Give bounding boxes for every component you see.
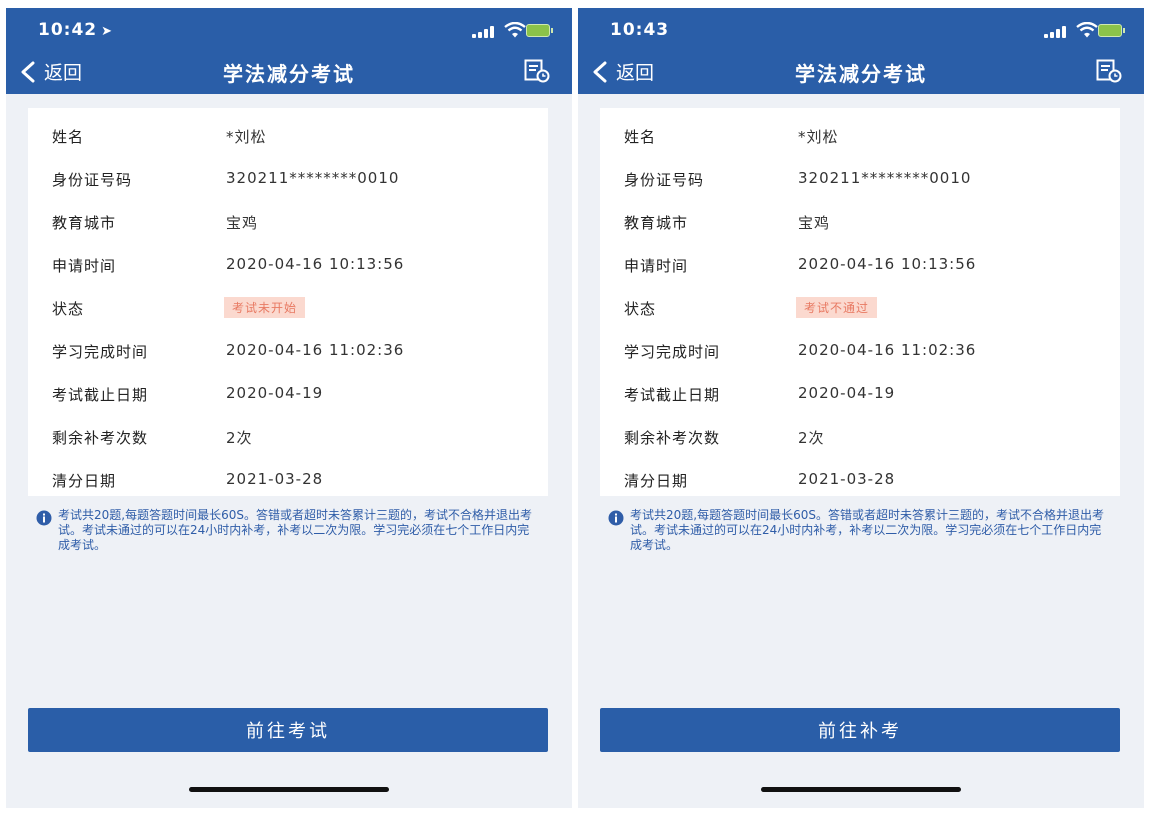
signal-icon [1044,26,1070,38]
go-to-exam-button[interactable]: 前往考试 [28,708,548,752]
info-row-exam-deadline: 考试截止日期 2020-04-19 [624,384,896,404]
info-row-retake-count: 剩余补考次数 2次 [52,429,253,447]
info-row-clear-date: 清分日期 2021-03-28 [52,470,324,490]
info-row-name: 姓名 *刘松 [624,128,839,146]
info-row-education-city: 教育城市 宝鸡 [624,214,831,232]
status-bar-time: 10:42 ➤ [38,20,114,40]
location-arrow-icon: ➤ [101,24,114,39]
home-indicator[interactable] [761,787,961,792]
battery-icon [1098,24,1125,37]
info-row-status: 状态 考试不通过 [600,294,1120,324]
document-icon[interactable] [524,59,550,83]
exam-info-card: 姓名 *刘松 身份证号码 320211********0010 教育城市 宝鸡 … [600,108,1120,496]
info-icon [36,510,52,526]
info-row-apply-time: 申请时间 2020-04-16 10:13:56 [52,255,405,275]
status-badge: 考试未开始 [224,297,306,318]
info-row-study-complete-time: 学习完成时间 2020-04-16 11:02:36 [52,341,405,361]
app-header: 10:42 ➤ 返回 学法减分考试 [6,8,572,94]
page-title: 学法减分考试 [223,62,355,86]
wifi-icon [504,22,526,38]
info-row-status: 状态 考试未开始 [28,294,548,324]
wifi-icon [1076,22,1098,38]
info-row-apply-time: 申请时间 2020-04-16 10:13:56 [624,255,977,275]
status-bar-time: 10:43 [610,20,670,40]
battery-icon [526,24,553,37]
info-row-study-complete-time: 学习完成时间 2020-04-16 11:02:36 [624,341,977,361]
document-icon[interactable] [1096,59,1122,83]
app-header: 10:43 返回 学法减分考试 [578,8,1144,94]
home-indicator[interactable] [189,787,389,792]
info-row-clear-date: 清分日期 2021-03-28 [624,470,896,490]
info-icon [608,510,624,526]
phone-screen-exam: 10:42 ➤ 返回 学法减分考试 姓名 *刘松 身份证号码 320211***… [6,8,572,808]
exam-info-card: 姓名 *刘松 身份证号码 320211********0010 教育城市 宝鸡 … [28,108,548,496]
info-row-exam-deadline: 考试截止日期 2020-04-19 [52,384,324,404]
notice-text: 考试共20题,每题答题时间最长60S。答错或者超时未答累计三题的，考试不合格并退… [630,508,1104,552]
page-title: 学法减分考试 [795,62,927,86]
status-badge: 考试不通过 [796,297,878,318]
info-row-id-number: 身份证号码 320211********0010 [52,169,400,189]
info-row-education-city: 教育城市 宝鸡 [52,214,259,232]
notice-text: 考试共20题,每题答题时间最长60S。答错或者超时未答累计三题的，考试不合格并退… [58,508,532,552]
signal-icon [472,26,498,38]
phone-screen-retake: 10:43 返回 学法减分考试 姓名 *刘松 身份证号码 320211*****… [578,8,1144,808]
go-to-retake-button[interactable]: 前往补考 [600,708,1120,752]
info-row-retake-count: 剩余补考次数 2次 [624,429,825,447]
info-row-id-number: 身份证号码 320211********0010 [624,169,972,189]
info-row-name: 姓名 *刘松 [52,128,267,146]
